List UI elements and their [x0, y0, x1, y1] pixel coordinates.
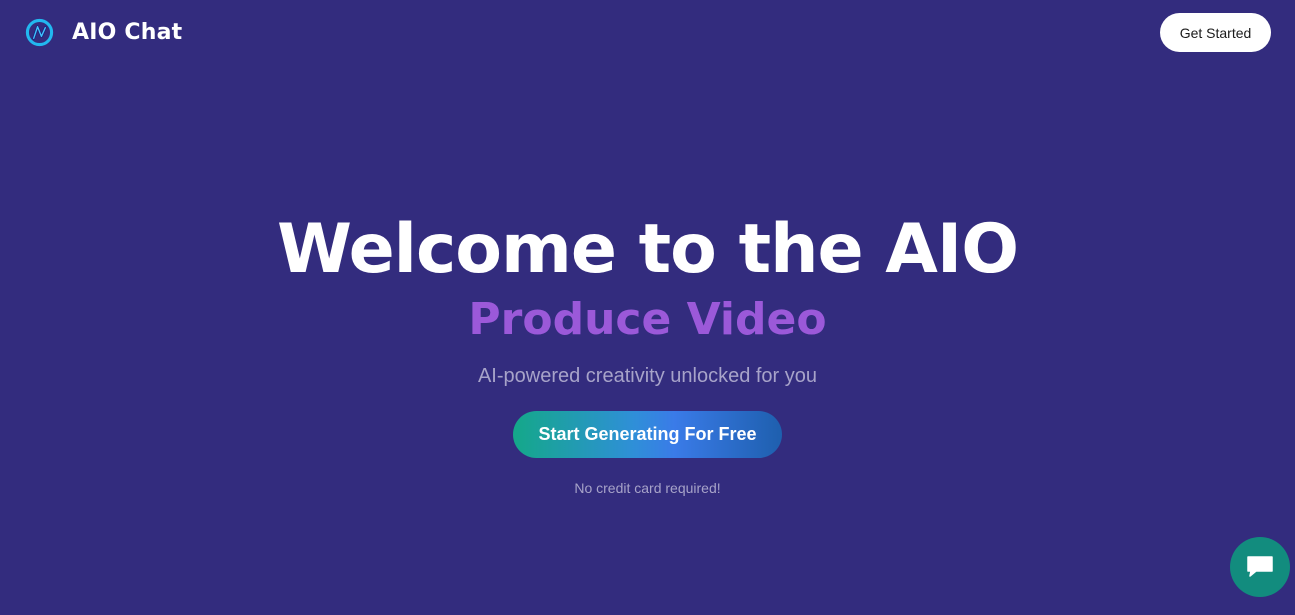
chat-bubble-icon — [1247, 556, 1273, 577]
hero-tagline: AI-powered creativity unlocked for you — [477, 365, 818, 387]
get-started-button[interactable]: Get Started — [1160, 13, 1271, 52]
brand-name: AIO Chat — [72, 20, 183, 45]
landing-page: AIO Chat Get Started Welcome to the AIO … — [0, 0, 1295, 615]
start-generating-button[interactable]: Start Generating For Free — [513, 411, 782, 458]
hero-subtitle: Produce Video — [468, 294, 827, 345]
chat-widget-button[interactable] — [1230, 537, 1290, 597]
no-credit-card-note: No credit card required! — [574, 480, 721, 496]
aio-logo-icon — [25, 18, 54, 47]
hero-title: Welcome to the AIO — [276, 210, 1019, 289]
hero-section: Welcome to the AIO Produce Video AI-powe… — [0, 205, 1295, 496]
top-header: AIO Chat Get Started — [0, 0, 1295, 66]
brand-link[interactable]: AIO Chat — [25, 18, 182, 47]
